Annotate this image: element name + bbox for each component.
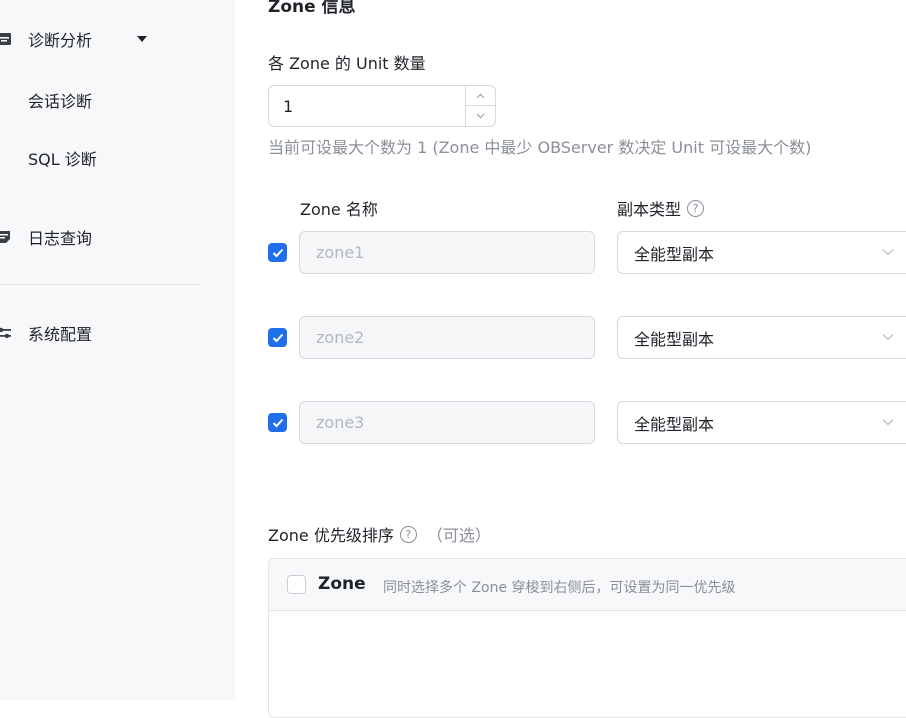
section-title: Zone 信息 — [268, 0, 356, 17]
chevron-down-icon — [882, 414, 894, 430]
check-icon — [272, 333, 283, 342]
priority-title: Zone 优先级排序 ? （可选） — [268, 522, 491, 546]
unit-count-hint: 当前可设最大个数为 1 (Zone 中最少 OBServer 数决定 Unit … — [268, 138, 812, 157]
zone-name-input[interactable]: zone3 — [299, 401, 595, 444]
sidebar: 诊断分析 会话诊断 SQL 诊断 日志查询 系统配置 — [0, 0, 235, 700]
zone-checkbox[interactable] — [268, 328, 287, 347]
chevron-down-icon[interactable] — [466, 106, 495, 126]
unit-count-label: 各 Zone 的 Unit 数量 — [268, 54, 426, 73]
column-header-replica-type-label: 副本类型 — [617, 200, 682, 219]
replica-type-select[interactable]: 全能型副本 — [617, 401, 906, 444]
transfer-hint: 同时选择多个 Zone 穿梭到右侧后，可设置为同一优先级 — [383, 580, 736, 596]
replica-type-value: 全能型副本 — [634, 244, 715, 264]
sidebar-item-session-diagnosis[interactable]: 会话诊断 — [28, 88, 92, 112]
sidebar-divider — [0, 284, 200, 285]
select-all-checkbox[interactable] — [287, 575, 306, 594]
priority-title-label: Zone 优先级排序 — [268, 526, 394, 545]
replica-type-select[interactable]: 全能型副本 — [617, 316, 906, 359]
zone-checkbox[interactable] — [268, 243, 287, 262]
transfer-header: Zone 同时选择多个 Zone 穿梭到右侧后，可设置为同一优先级 — [269, 559, 906, 611]
zone-checkbox[interactable] — [268, 413, 287, 432]
chevron-down-icon — [882, 329, 894, 345]
column-header-replica-type: 副本类型 ? — [617, 196, 705, 220]
replica-type-value: 全能型副本 — [634, 329, 715, 349]
nav-diagnosis-label: 诊断分析 — [28, 31, 93, 50]
replica-type-value: 全能型副本 — [634, 414, 715, 434]
chevron-down-icon[interactable] — [137, 36, 147, 42]
chevron-up-icon[interactable] — [466, 86, 495, 106]
check-icon — [272, 418, 283, 427]
stepper-controls — [465, 86, 495, 126]
main-content: Zone 信息 各 Zone 的 Unit 数量 当前可设最大个数为 1 (Zo… — [235, 0, 906, 718]
log-icon — [0, 229, 12, 245]
chevron-down-icon — [882, 244, 894, 260]
zone-row: zone1 全能型副本 — [235, 231, 906, 275]
help-icon[interactable]: ? — [399, 525, 417, 543]
optional-label: （可选） — [426, 526, 491, 545]
panel-icon — [0, 31, 12, 47]
zone-name-input[interactable]: zone2 — [299, 316, 595, 359]
sliders-icon — [0, 325, 12, 341]
check-icon — [272, 248, 283, 257]
unit-count-input[interactable] — [269, 86, 465, 126]
nav-log-query-label: 日志查询 — [28, 229, 93, 248]
sidebar-item-sql-diagnosis[interactable]: SQL 诊断 — [28, 146, 97, 170]
replica-type-select[interactable]: 全能型副本 — [617, 231, 906, 274]
unit-count-stepper[interactable] — [268, 85, 496, 127]
zone-name-input[interactable]: zone1 — [299, 231, 595, 274]
help-icon[interactable]: ? — [687, 199, 705, 217]
zone-priority-transfer: Zone 同时选择多个 Zone 穿梭到右侧后，可设置为同一优先级 — [268, 558, 906, 718]
column-header-zone-name-label: Zone 名称 — [300, 200, 378, 219]
column-header-zone-name: Zone 名称 — [300, 196, 378, 220]
nav-system-config-label: 系统配置 — [28, 325, 93, 344]
zone-row: zone3 全能型副本 — [235, 401, 906, 445]
transfer-title: Zone — [318, 574, 366, 594]
zone-row: zone2 全能型副本 — [235, 316, 906, 360]
